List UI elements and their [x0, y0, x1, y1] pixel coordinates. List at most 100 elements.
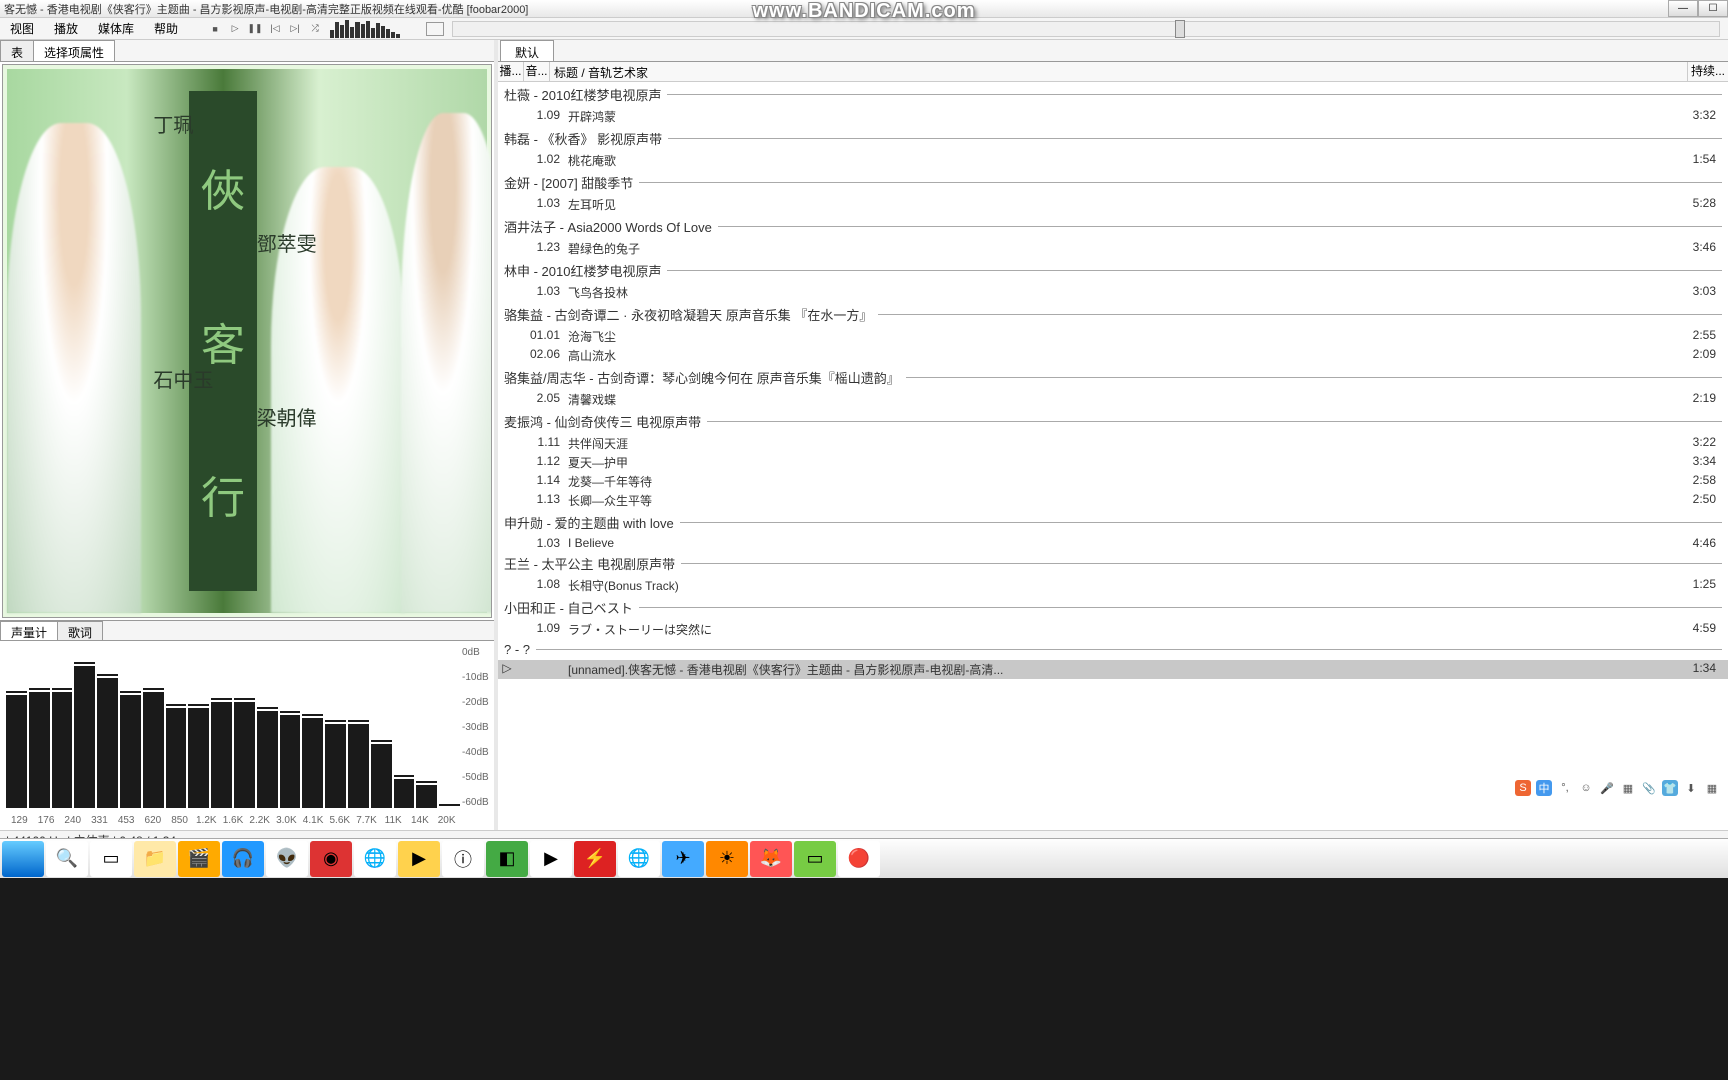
- taskbar-icon[interactable]: 🦊: [750, 841, 792, 877]
- playlist-track[interactable]: 1.13长卿—众生平等2:50: [498, 491, 1728, 510]
- playlist-track[interactable]: 1.14龙葵—千年等待2:58: [498, 472, 1728, 491]
- maximize-button[interactable]: ☐: [1698, 0, 1728, 17]
- left-tabs: 表 选择项属性: [0, 40, 494, 62]
- spectrum-bar: [257, 711, 278, 808]
- playlist-track[interactable]: 1.23碧绿色的兔子3:46: [498, 239, 1728, 258]
- playlist-track[interactable]: 1.03左耳听见5:28: [498, 195, 1728, 214]
- spectrum-bar: [52, 692, 73, 808]
- window-controls: — ☐: [1668, 0, 1728, 17]
- taskbar-icon[interactable]: ▭: [794, 841, 836, 877]
- header-audio[interactable]: 音...: [524, 62, 550, 81]
- tray-icon[interactable]: 中: [1536, 780, 1552, 796]
- minimize-button[interactable]: —: [1668, 0, 1698, 17]
- playlist-track[interactable]: 1.12夏天—护甲3:34: [498, 453, 1728, 472]
- taskbar-icon[interactable]: ◧: [486, 841, 528, 877]
- seek-thumb[interactable]: [1175, 20, 1185, 38]
- playlist-track[interactable]: 1.08长相守(Bonus Track)1:25: [498, 576, 1728, 595]
- art-title-char: 客: [201, 309, 245, 373]
- spectrum-bar: [302, 718, 323, 808]
- playlist-track[interactable]: 1.09ラブ・ストーリーは突然に4:59: [498, 620, 1728, 639]
- taskbar-icon[interactable]: 🔍: [46, 841, 88, 877]
- playlist-track[interactable]: 1.11共伴闯天涯3:22: [498, 434, 1728, 453]
- system-tray: S中 °, ☺ 🎤 ▦ 📎 👕 ⬇ ▦: [1515, 780, 1720, 796]
- header-duration[interactable]: 持续...: [1688, 62, 1728, 81]
- random-button[interactable]: ⤮: [306, 20, 324, 38]
- tray-icon[interactable]: 📎: [1641, 780, 1657, 796]
- taskbar-icon[interactable]: 🎬: [178, 841, 220, 877]
- tray-icon[interactable]: °,: [1557, 780, 1573, 796]
- playlist-group-header[interactable]: 韩磊 - 《秋香》 影视原声带: [498, 126, 1728, 151]
- taskbar-icon[interactable]: 🌐: [618, 841, 660, 877]
- volume-box[interactable]: [426, 22, 444, 36]
- playlist-track[interactable]: 1.03I Believe4:46: [498, 535, 1728, 551]
- prev-button[interactable]: |◁: [266, 20, 284, 38]
- taskbar-icon[interactable]: ⓘ: [442, 841, 484, 877]
- tab-lyrics[interactable]: 歌词: [57, 621, 103, 640]
- playlist-group-header[interactable]: 金妍 - [2007] 甜酸季节: [498, 170, 1728, 195]
- header-title[interactable]: 标题 / 音轨艺术家: [550, 62, 1688, 81]
- playlist-tab-default[interactable]: 默认: [500, 40, 554, 61]
- taskbar-icon[interactable]: 🔴: [838, 841, 880, 877]
- art-actor-name: 梁朝偉: [257, 406, 317, 432]
- below-fold: [0, 878, 1728, 1080]
- spectrum-bar: [394, 779, 415, 808]
- menu-library[interactable]: 媒体库: [88, 17, 144, 40]
- play-button[interactable]: ▷: [226, 20, 244, 38]
- art-actor-name: 石中玉: [153, 368, 213, 394]
- playlist-track[interactable]: 1.02桃花庵歌1:54: [498, 151, 1728, 170]
- tab-table[interactable]: 表: [0, 40, 34, 61]
- bandicam-watermark: www.BANDICAM.com: [752, 0, 975, 23]
- seek-bar[interactable]: [452, 21, 1720, 37]
- playlist-group-header[interactable]: ? - ?: [498, 639, 1728, 660]
- spectrum-bar: [280, 715, 301, 808]
- playlist-group-header[interactable]: 杜薇 - 2010红楼梦电视原声: [498, 82, 1728, 107]
- header-playing[interactable]: 播...: [498, 62, 524, 81]
- playlist-group-header[interactable]: 骆集益/周志华 - 古剑奇谭：琴心剑魄今何在 原声音乐集『榣山遗韵』: [498, 365, 1728, 390]
- playlist-track[interactable]: 1.09开辟鸿蒙3:32: [498, 107, 1728, 126]
- playlist-track[interactable]: 2.05清馨戏蝶2:19: [498, 390, 1728, 409]
- spectrum-bar: [234, 702, 255, 808]
- tray-icon[interactable]: 🎤: [1599, 780, 1615, 796]
- menu-help[interactable]: 帮助: [144, 17, 188, 40]
- playlist-track[interactable]: ▷[unnamed].侠客无憾 - 香港电视剧《侠客行》主题曲 - 昌方影视原声…: [498, 660, 1728, 679]
- pause-button[interactable]: ❚❚: [246, 20, 264, 38]
- tray-icon[interactable]: S: [1515, 780, 1531, 796]
- tab-level-meter[interactable]: 声量计: [0, 621, 58, 640]
- stop-button[interactable]: ■: [206, 20, 224, 38]
- taskbar-icon[interactable]: ✈: [662, 841, 704, 877]
- next-button[interactable]: ▷|: [286, 20, 304, 38]
- tray-icon[interactable]: ☺: [1578, 780, 1594, 796]
- playlist-header: 播... 音... 标题 / 音轨艺术家 持续...: [498, 62, 1728, 82]
- taskbar-icon[interactable]: [2, 841, 44, 877]
- playlist-group-header[interactable]: 骆集益 - 古剑奇谭二 · 永夜初晗凝碧天 原声音乐集 『在水一方』: [498, 302, 1728, 327]
- taskbar-icon[interactable]: ☀: [706, 841, 748, 877]
- playlist-group-header[interactable]: 酒井法子 - Asia2000 Words Of Love: [498, 214, 1728, 239]
- spectrum-bar: [29, 692, 50, 808]
- spectrum-bar: [325, 724, 346, 808]
- playlist-group-header[interactable]: 王兰 - 太平公主 电视剧原声带: [498, 551, 1728, 576]
- playlist-group-header[interactable]: 小田和正 - 自己ベスト: [498, 595, 1728, 620]
- tray-icon[interactable]: ▦: [1704, 780, 1720, 796]
- tab-properties[interactable]: 选择项属性: [33, 40, 115, 61]
- taskbar-icon[interactable]: ▶: [530, 841, 572, 877]
- menu-playback[interactable]: 播放: [44, 17, 88, 40]
- playlist-track[interactable]: 1.03飞鸟各投林3:03: [498, 283, 1728, 302]
- taskbar-icon[interactable]: ⚡: [574, 841, 616, 877]
- tray-icon[interactable]: 👕: [1662, 780, 1678, 796]
- taskbar-icon[interactable]: 🌐: [354, 841, 396, 877]
- playlist-group-header[interactable]: 林申 - 2010红楼梦电视原声: [498, 258, 1728, 283]
- playlist-track[interactable]: 01.01沧海飞尘2:55: [498, 327, 1728, 346]
- taskbar-icon[interactable]: 🎧: [222, 841, 264, 877]
- taskbar-icon[interactable]: ▶: [398, 841, 440, 877]
- playlist-track[interactable]: 02.06高山流水2:09: [498, 346, 1728, 365]
- playlist-group-header[interactable]: 麦振鸿 - 仙剑奇侠传三 电视原声带: [498, 409, 1728, 434]
- tray-icon[interactable]: ⬇: [1683, 780, 1699, 796]
- playlist-group-header[interactable]: 申升勋 - 爱的主题曲 with love: [498, 510, 1728, 535]
- taskbar-icon[interactable]: ◉: [310, 841, 352, 877]
- menu-view[interactable]: 视图: [0, 17, 44, 40]
- mini-spectrum: [330, 20, 400, 38]
- taskbar-icon[interactable]: 👽: [266, 841, 308, 877]
- tray-icon[interactable]: ▦: [1620, 780, 1636, 796]
- taskbar-icon[interactable]: 📁: [134, 841, 176, 877]
- taskbar-icon[interactable]: ▭: [90, 841, 132, 877]
